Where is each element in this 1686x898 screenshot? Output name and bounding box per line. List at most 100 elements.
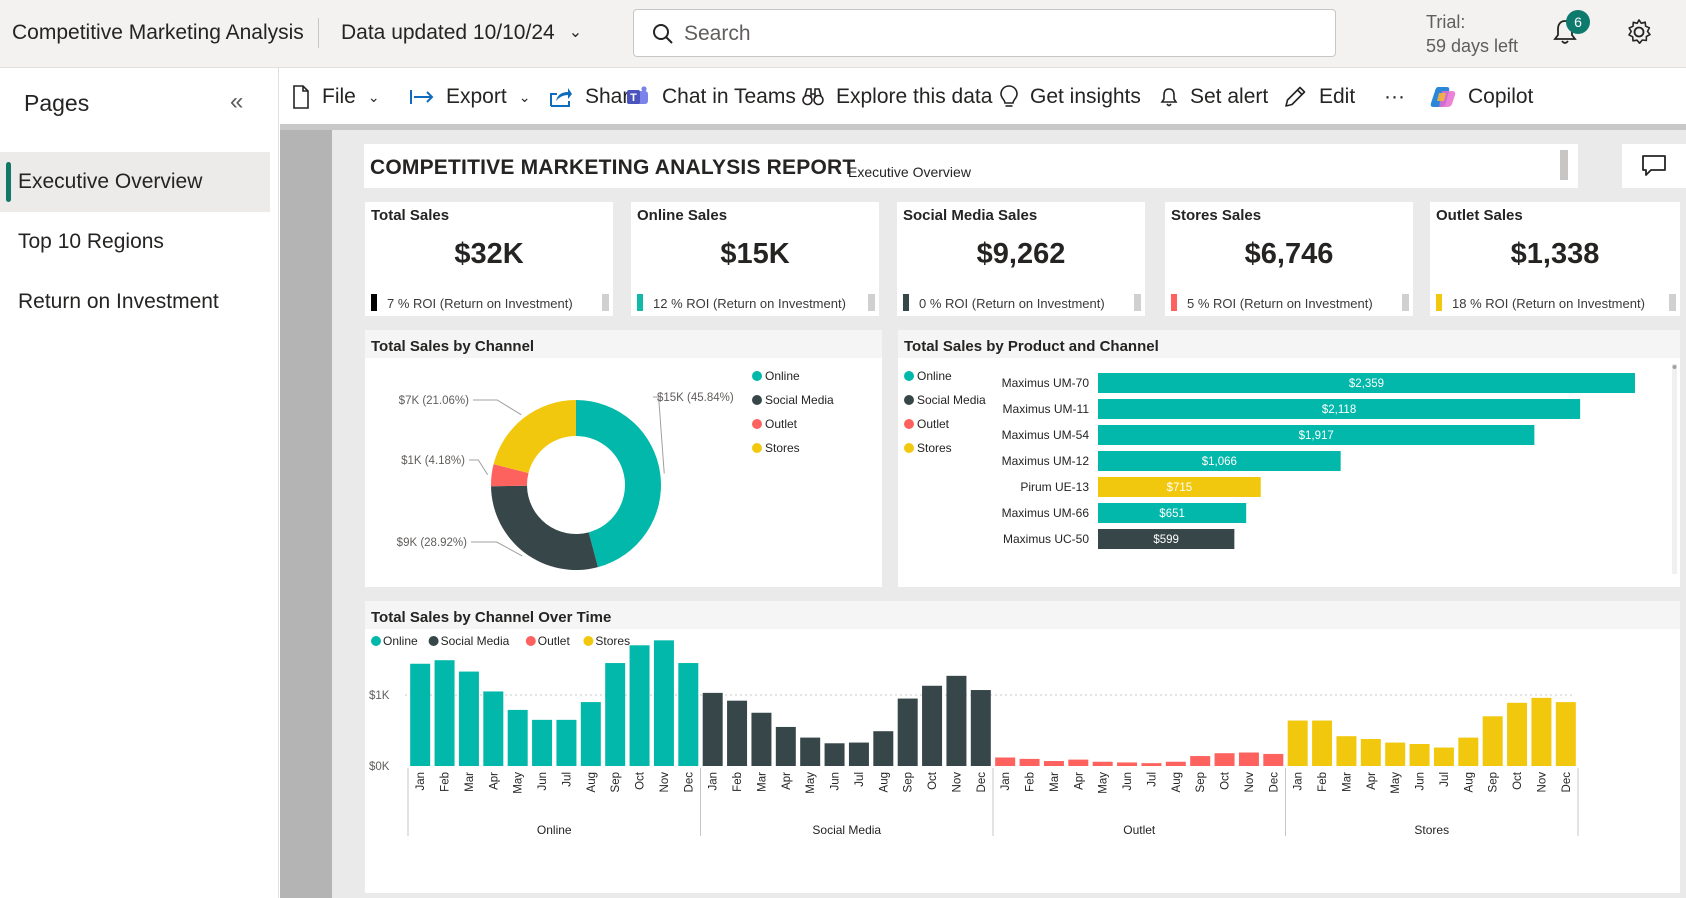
month-tick-label: Jul: [1146, 772, 1158, 787]
data-updated-label: Data updated 10/10/24: [341, 21, 555, 44]
product-bar-chart[interactable]: Online Social Media Outlet Stores Maximus UM…: [898, 358, 1680, 587]
kpi-color-bar: [1171, 294, 1177, 311]
kpi-color-bar: [637, 294, 643, 311]
pages-pane: Pages « Executive Overview Top 10 Region…: [0, 68, 279, 898]
report-header: COMPETITIVE MARKETING ANALYSIS REPORT Ex…: [364, 144, 1578, 188]
kpi-card-outlet-sales[interactable]: Outlet Sales $1,338 18 % ROI (Return on …: [1430, 202, 1680, 316]
pencil-icon: [1285, 86, 1306, 107]
legend-dot: [904, 419, 914, 429]
page-item-return-on-investment[interactable]: Return on Investment: [0, 272, 270, 332]
month-tick-label: Apr: [488, 772, 500, 790]
time-column-chart-card[interactable]: Total Sales by Channel Over Time Online S…: [365, 601, 1680, 893]
month-tick-label: Aug: [1171, 772, 1183, 792]
search-input[interactable]: [684, 20, 1304, 48]
time-column: [946, 675, 967, 766]
month-tick-label: Mar: [464, 772, 476, 792]
time-column: [556, 719, 577, 766]
legend-dot: [752, 371, 762, 381]
kpi-title: Online Sales: [637, 207, 728, 224]
data-updated-dropdown[interactable]: Data updated 10/10/24 ⌄: [341, 21, 582, 45]
time-column: [1165, 761, 1186, 766]
teams-icon: T: [627, 86, 648, 104]
app-title[interactable]: Competitive Marketing Analysis: [12, 21, 304, 45]
header-scrollbar[interactable]: [1560, 150, 1568, 180]
legend-dot: [752, 419, 762, 429]
month-tick-label: May: [513, 772, 525, 794]
month-tick-label: May: [1390, 772, 1402, 794]
explore-data-button[interactable]: Explore this data: [802, 84, 992, 110]
month-tick-label: Jan: [1000, 772, 1012, 791]
kpi-title: Stores Sales: [1171, 207, 1262, 224]
kpi-value: $9,262: [976, 238, 1066, 270]
month-tick-label: Oct: [635, 771, 647, 790]
chat-in-teams-button[interactable]: T Chat in Teams: [626, 84, 796, 110]
collapse-pane-icon[interactable]: «: [230, 88, 243, 116]
time-column: [1117, 762, 1138, 766]
y-tick-label: $0K: [369, 761, 390, 773]
share-icon: [550, 88, 572, 107]
time-column: [507, 709, 528, 766]
kpi-scrollbar[interactable]: [1134, 294, 1141, 311]
kpi-color-bar: [371, 294, 377, 311]
donut-slice-stores: [493, 400, 576, 473]
chart-scrollbar: [1672, 364, 1677, 574]
time-column: [410, 663, 431, 766]
month-tick-label: Feb: [440, 772, 452, 792]
bar-data-label: $2,118: [1322, 404, 1356, 416]
legend-label: Outlet: [765, 417, 798, 431]
canvas-gutter: [280, 130, 332, 898]
kpi-scrollbar[interactable]: [868, 294, 875, 311]
donut-chart-card[interactable]: Total Sales by Channel $15K (45.84%) $9K …: [365, 330, 882, 587]
bar-category-label: Pirum UE-13: [1020, 480, 1089, 494]
month-tick-label: Mar: [1341, 772, 1353, 792]
product-bar-chart-card[interactable]: Total Sales by Product and Channel Onlin…: [898, 330, 1680, 587]
search-box[interactable]: [633, 9, 1336, 57]
kpi-scrollbar[interactable]: [602, 294, 609, 311]
time-column: [1507, 702, 1528, 766]
get-insights-button[interactable]: Get insights: [1000, 84, 1141, 110]
month-tick-label: Jun: [1415, 772, 1427, 791]
time-column: [1190, 756, 1211, 766]
get-insights-label: Get insights: [1030, 85, 1141, 108]
legend-label: Outlet: [917, 417, 950, 431]
gear-icon[interactable]: [1625, 18, 1653, 46]
kpi-value: $32K: [454, 238, 524, 270]
copilot-button[interactable]: Copilot: [1430, 84, 1533, 110]
kpi-card-online-sales[interactable]: Online Sales $15K 12 % ROI (Return on In…: [631, 202, 879, 316]
page-item-executive-overview[interactable]: Executive Overview: [0, 152, 270, 212]
donut-leader-line: [469, 459, 489, 475]
kpi-value: $1,338: [1510, 238, 1600, 270]
file-menu-button[interactable]: File ⌄: [292, 84, 380, 110]
more-options-button[interactable]: ···: [1384, 84, 1405, 110]
edit-button[interactable]: Edit: [1283, 84, 1355, 110]
donut-chart[interactable]: $15K (45.84%) $9K (28.92%) $1K (4.18%) $7K …: [365, 358, 882, 587]
legend-dot: [904, 443, 914, 453]
kpi-scrollbar[interactable]: [1669, 294, 1676, 311]
kpi-card-total-sales[interactable]: Total Sales $32K 7 % ROI (Return on Inve…: [365, 202, 613, 316]
comment-button[interactable]: [1622, 144, 1686, 188]
month-tick-label: Feb: [1025, 772, 1037, 792]
month-tick-label: Aug: [586, 772, 598, 792]
kpi-card-stores-sales[interactable]: Stores Sales $6,746 5 % ROI (Return on I…: [1165, 202, 1413, 316]
set-alert-label: Set alert: [1190, 85, 1269, 108]
legend-dot: [752, 395, 762, 405]
legend-dot: [428, 636, 439, 646]
bar-data-label: $1,066: [1202, 456, 1237, 468]
month-tick-label: Mar: [756, 772, 768, 792]
chevron-down-icon: ⌄: [367, 88, 380, 105]
time-column: [995, 757, 1016, 766]
time-column: [629, 645, 650, 766]
export-menu-button[interactable]: Export ⌄: [410, 84, 530, 110]
month-tick-label: Sep: [610, 772, 622, 792]
kpi-scrollbar[interactable]: [1402, 294, 1409, 311]
kpi-color-bar: [1436, 294, 1442, 311]
page-item-top-10-regions[interactable]: Top 10 Regions: [0, 212, 270, 272]
time-column: [434, 660, 455, 766]
pages-title: Pages: [24, 90, 90, 116]
set-alert-button[interactable]: Set alert: [1160, 84, 1268, 110]
time-column: [800, 737, 821, 766]
time-column-chart[interactable]: Online Social Media Outlet Stores $0K $1K $2K J…: [365, 629, 1680, 893]
y-tick-label: $1K: [369, 690, 390, 702]
kpi-card-social-media-sales[interactable]: Social Media Sales $9,262 0 % ROI (Retur…: [897, 202, 1145, 316]
file-icon: [293, 85, 309, 109]
